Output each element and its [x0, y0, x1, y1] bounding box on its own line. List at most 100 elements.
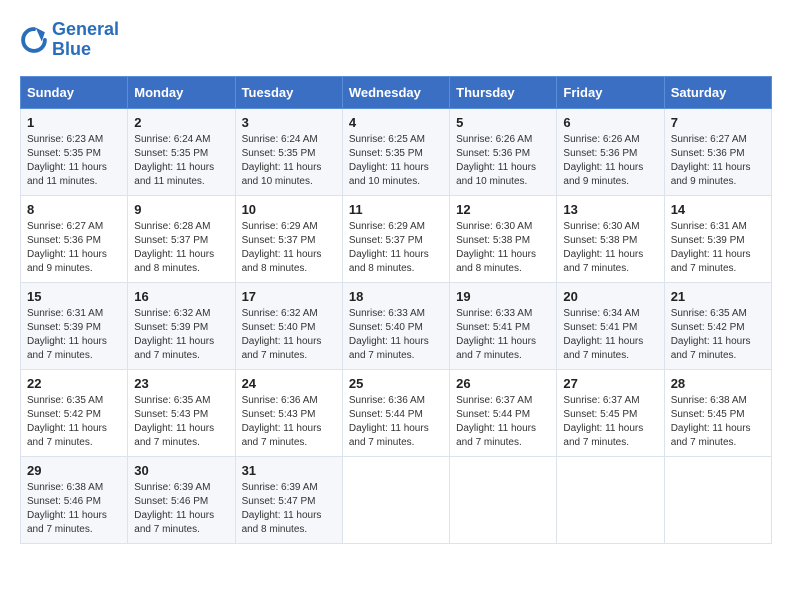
cell-daylight: Daylight: 11 hours and 7 minutes. [349, 423, 429, 448]
cell-sunset: Sunset: 5:38 PM [456, 235, 530, 246]
day-number: 5 [456, 115, 550, 130]
cell-sunrise: Sunrise: 6:33 AM [456, 308, 532, 319]
cell-sunrise: Sunrise: 6:27 AM [671, 134, 747, 145]
cell-daylight: Daylight: 11 hours and 7 minutes. [134, 510, 214, 535]
cell-sunset: Sunset: 5:43 PM [134, 409, 208, 420]
day-number: 6 [563, 115, 657, 130]
weekday-header: Friday [557, 76, 664, 108]
day-number: 30 [134, 463, 228, 478]
calendar-day-cell: 2 Sunrise: 6:24 AM Sunset: 5:35 PM Dayli… [128, 108, 235, 195]
cell-sunset: Sunset: 5:35 PM [349, 148, 423, 159]
cell-sunrise: Sunrise: 6:39 AM [134, 482, 210, 493]
calendar-day-cell: 9 Sunrise: 6:28 AM Sunset: 5:37 PM Dayli… [128, 195, 235, 282]
cell-sunset: Sunset: 5:43 PM [242, 409, 316, 420]
day-number: 2 [134, 115, 228, 130]
calendar-day-cell: 7 Sunrise: 6:27 AM Sunset: 5:36 PM Dayli… [664, 108, 771, 195]
cell-daylight: Daylight: 11 hours and 11 minutes. [134, 162, 214, 187]
cell-sunset: Sunset: 5:44 PM [456, 409, 530, 420]
calendar-day-cell: 6 Sunrise: 6:26 AM Sunset: 5:36 PM Dayli… [557, 108, 664, 195]
day-number: 1 [27, 115, 121, 130]
calendar-week-row: 15 Sunrise: 6:31 AM Sunset: 5:39 PM Dayl… [21, 282, 772, 369]
cell-sunset: Sunset: 5:35 PM [242, 148, 316, 159]
day-number: 15 [27, 289, 121, 304]
cell-sunrise: Sunrise: 6:29 AM [242, 221, 318, 232]
cell-daylight: Daylight: 11 hours and 9 minutes. [27, 249, 107, 274]
cell-daylight: Daylight: 11 hours and 10 minutes. [349, 162, 429, 187]
calendar-day-cell: 24 Sunrise: 6:36 AM Sunset: 5:43 PM Dayl… [235, 369, 342, 456]
day-number: 4 [349, 115, 443, 130]
logo-icon [20, 26, 48, 54]
cell-sunrise: Sunrise: 6:37 AM [563, 395, 639, 406]
calendar-week-row: 1 Sunrise: 6:23 AM Sunset: 5:35 PM Dayli… [21, 108, 772, 195]
cell-daylight: Daylight: 11 hours and 8 minutes. [242, 510, 322, 535]
cell-sunrise: Sunrise: 6:39 AM [242, 482, 318, 493]
calendar-day-cell: 29 Sunrise: 6:38 AM Sunset: 5:46 PM Dayl… [21, 456, 128, 543]
cell-sunset: Sunset: 5:38 PM [563, 235, 637, 246]
day-number: 17 [242, 289, 336, 304]
cell-daylight: Daylight: 11 hours and 11 minutes. [27, 162, 107, 187]
cell-sunset: Sunset: 5:46 PM [134, 496, 208, 507]
weekday-header: Saturday [664, 76, 771, 108]
cell-sunset: Sunset: 5:47 PM [242, 496, 316, 507]
weekday-header: Thursday [450, 76, 557, 108]
calendar-day-cell: 3 Sunrise: 6:24 AM Sunset: 5:35 PM Dayli… [235, 108, 342, 195]
calendar-week-row: 22 Sunrise: 6:35 AM Sunset: 5:42 PM Dayl… [21, 369, 772, 456]
calendar-day-cell: 20 Sunrise: 6:34 AM Sunset: 5:41 PM Dayl… [557, 282, 664, 369]
cell-sunrise: Sunrise: 6:36 AM [242, 395, 318, 406]
day-number: 20 [563, 289, 657, 304]
calendar-day-cell: 14 Sunrise: 6:31 AM Sunset: 5:39 PM Dayl… [664, 195, 771, 282]
day-number: 12 [456, 202, 550, 217]
calendar-day-cell: 11 Sunrise: 6:29 AM Sunset: 5:37 PM Dayl… [342, 195, 449, 282]
cell-sunset: Sunset: 5:44 PM [349, 409, 423, 420]
cell-sunrise: Sunrise: 6:27 AM [27, 221, 103, 232]
day-number: 22 [27, 376, 121, 391]
cell-sunrise: Sunrise: 6:33 AM [349, 308, 425, 319]
calendar-week-row: 8 Sunrise: 6:27 AM Sunset: 5:36 PM Dayli… [21, 195, 772, 282]
cell-sunrise: Sunrise: 6:37 AM [456, 395, 532, 406]
cell-daylight: Daylight: 11 hours and 7 minutes. [563, 249, 643, 274]
weekday-header: Tuesday [235, 76, 342, 108]
cell-sunset: Sunset: 5:36 PM [456, 148, 530, 159]
cell-daylight: Daylight: 11 hours and 9 minutes. [671, 162, 751, 187]
cell-sunrise: Sunrise: 6:34 AM [563, 308, 639, 319]
calendar-day-cell [450, 456, 557, 543]
day-number: 28 [671, 376, 765, 391]
calendar-day-cell: 4 Sunrise: 6:25 AM Sunset: 5:35 PM Dayli… [342, 108, 449, 195]
calendar-day-cell [664, 456, 771, 543]
calendar-day-cell: 23 Sunrise: 6:35 AM Sunset: 5:43 PM Dayl… [128, 369, 235, 456]
day-number: 23 [134, 376, 228, 391]
cell-sunrise: Sunrise: 6:36 AM [349, 395, 425, 406]
cell-sunrise: Sunrise: 6:30 AM [456, 221, 532, 232]
cell-sunrise: Sunrise: 6:31 AM [671, 221, 747, 232]
day-number: 13 [563, 202, 657, 217]
cell-sunrise: Sunrise: 6:24 AM [134, 134, 210, 145]
cell-sunset: Sunset: 5:37 PM [349, 235, 423, 246]
cell-sunset: Sunset: 5:37 PM [134, 235, 208, 246]
calendar-day-cell [557, 456, 664, 543]
cell-sunset: Sunset: 5:35 PM [27, 148, 101, 159]
weekday-header: Monday [128, 76, 235, 108]
cell-sunrise: Sunrise: 6:35 AM [134, 395, 210, 406]
cell-sunset: Sunset: 5:45 PM [563, 409, 637, 420]
cell-sunrise: Sunrise: 6:26 AM [456, 134, 532, 145]
cell-sunset: Sunset: 5:41 PM [456, 322, 530, 333]
calendar-day-cell: 16 Sunrise: 6:32 AM Sunset: 5:39 PM Dayl… [128, 282, 235, 369]
calendar-day-cell: 30 Sunrise: 6:39 AM Sunset: 5:46 PM Dayl… [128, 456, 235, 543]
cell-sunset: Sunset: 5:41 PM [563, 322, 637, 333]
cell-daylight: Daylight: 11 hours and 7 minutes. [671, 336, 751, 361]
cell-sunrise: Sunrise: 6:30 AM [563, 221, 639, 232]
day-number: 25 [349, 376, 443, 391]
calendar-day-cell [342, 456, 449, 543]
logo-text: General Blue [52, 20, 119, 60]
day-number: 19 [456, 289, 550, 304]
cell-sunset: Sunset: 5:42 PM [671, 322, 745, 333]
day-number: 24 [242, 376, 336, 391]
weekday-header: Wednesday [342, 76, 449, 108]
calendar-day-cell: 19 Sunrise: 6:33 AM Sunset: 5:41 PM Dayl… [450, 282, 557, 369]
cell-sunset: Sunset: 5:37 PM [242, 235, 316, 246]
cell-sunset: Sunset: 5:39 PM [27, 322, 101, 333]
calendar-day-cell: 22 Sunrise: 6:35 AM Sunset: 5:42 PM Dayl… [21, 369, 128, 456]
calendar-day-cell: 17 Sunrise: 6:32 AM Sunset: 5:40 PM Dayl… [235, 282, 342, 369]
day-number: 18 [349, 289, 443, 304]
calendar-day-cell: 1 Sunrise: 6:23 AM Sunset: 5:35 PM Dayli… [21, 108, 128, 195]
